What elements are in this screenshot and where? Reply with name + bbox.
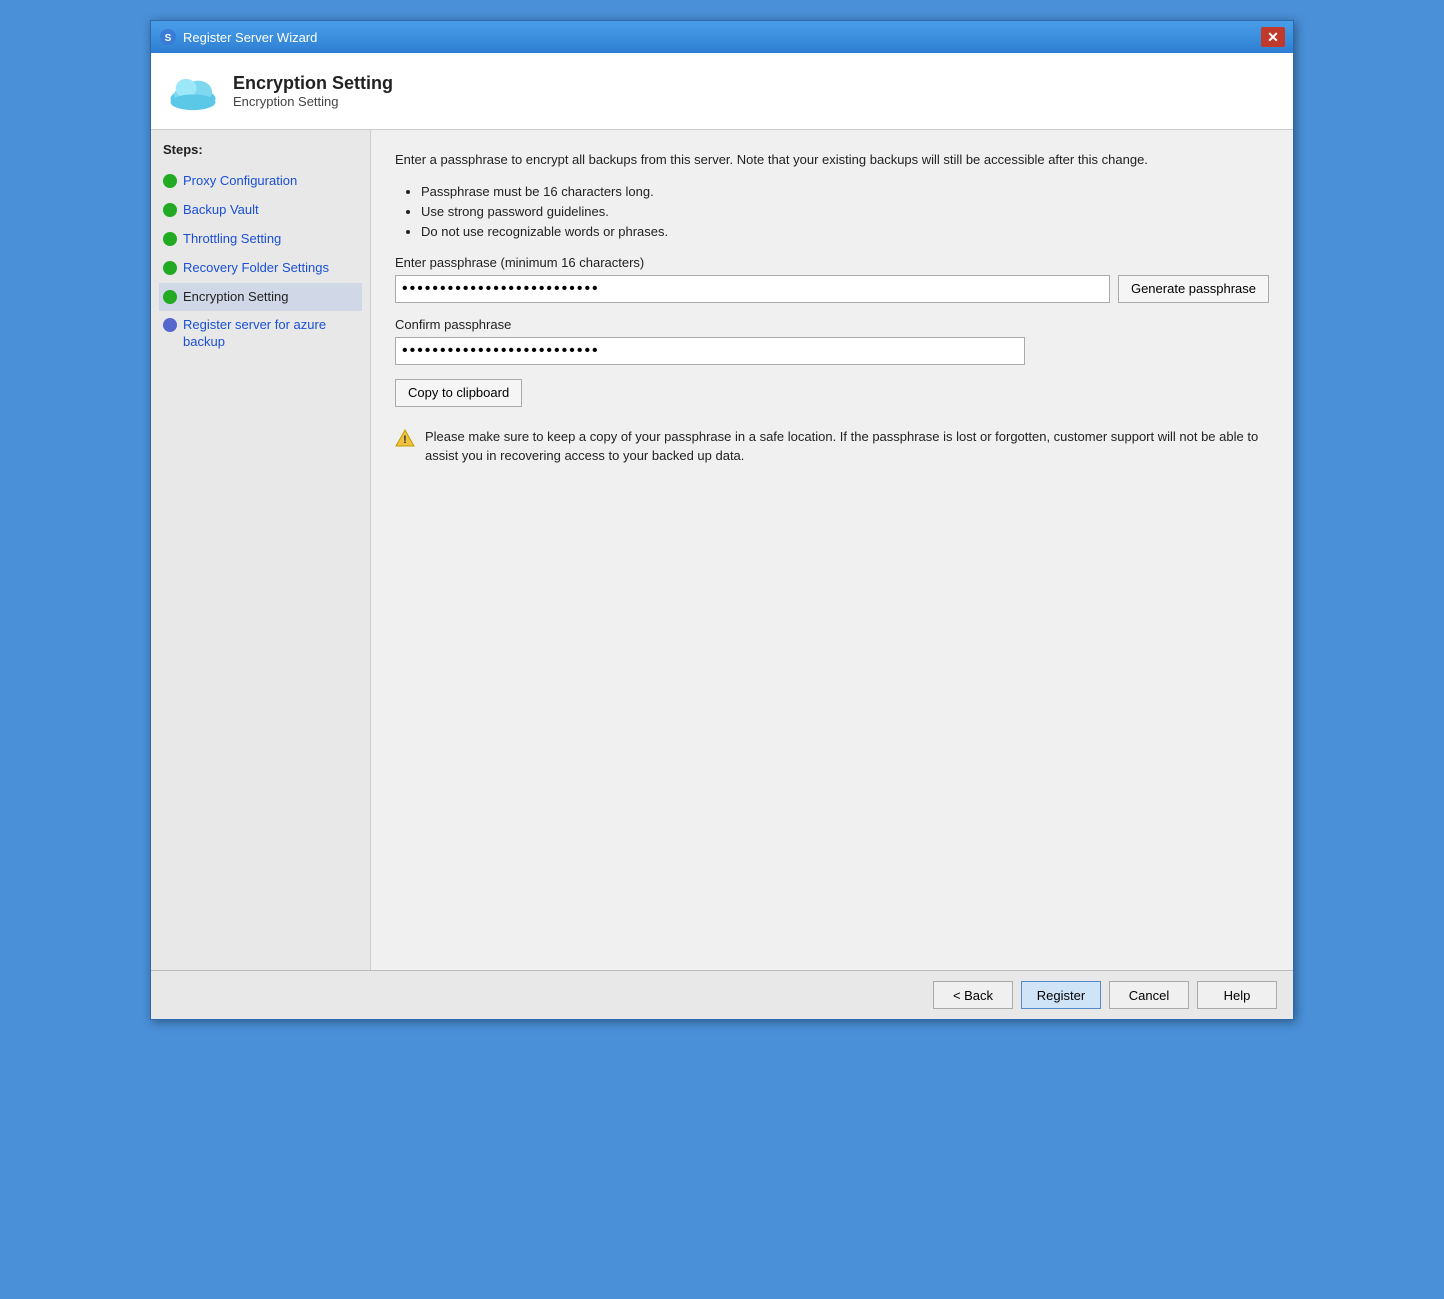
help-button[interactable]: Help — [1197, 981, 1277, 1009]
sidebar-item-encryption[interactable]: Encryption Setting — [159, 283, 362, 312]
header-section: Encryption Setting Encryption Setting — [151, 53, 1293, 130]
bullet-item-1: Passphrase must be 16 characters long. — [421, 184, 1269, 199]
sidebar-label-recovery: Recovery Folder Settings — [183, 260, 329, 277]
page-title: Encryption Setting — [233, 73, 393, 94]
svg-text:S: S — [165, 33, 172, 44]
cloud-icon — [167, 65, 219, 117]
register-button[interactable]: Register — [1021, 981, 1101, 1009]
page-subtitle: Encryption Setting — [233, 94, 393, 109]
app-icon: S — [159, 28, 177, 46]
bullet-item-3: Do not use recognizable words or phrases… — [421, 224, 1269, 239]
sidebar-item-throttling[interactable]: Throttling Setting — [159, 225, 362, 254]
bullet-item-2: Use strong password guidelines. — [421, 204, 1269, 219]
back-button[interactable]: < Back — [933, 981, 1013, 1009]
sidebar-item-proxy-configuration[interactable]: Proxy Configuration — [159, 167, 362, 196]
step-dot-encryption — [163, 290, 177, 304]
passphrase-row: Generate passphrase — [395, 275, 1269, 303]
sidebar-item-register-server[interactable]: Register server for azure backup — [159, 311, 362, 357]
warning-icon: ! — [395, 428, 415, 448]
header-text: Encryption Setting Encryption Setting — [233, 73, 393, 109]
step-dot-proxy — [163, 174, 177, 188]
sidebar-label-vault: Backup Vault — [183, 202, 259, 219]
steps-label: Steps: — [159, 142, 362, 157]
sidebar-item-backup-vault[interactable]: Backup Vault — [159, 196, 362, 225]
warning-box: ! Please make sure to keep a copy of you… — [395, 423, 1269, 470]
confirm-passphrase-input[interactable] — [395, 337, 1025, 365]
svg-text:!: ! — [403, 434, 407, 446]
footer-bar: < Back Register Cancel Help — [151, 970, 1293, 1019]
description-text: Enter a passphrase to encrypt all backup… — [395, 150, 1269, 170]
bullet-list: Passphrase must be 16 characters long. U… — [405, 184, 1269, 239]
step-dot-vault — [163, 203, 177, 217]
sidebar-label-encryption: Encryption Setting — [183, 289, 289, 306]
step-dot-recovery — [163, 261, 177, 275]
warning-text: Please make sure to keep a copy of your … — [425, 427, 1269, 466]
close-button[interactable]: ✕ — [1261, 27, 1285, 47]
window-title: Register Server Wizard — [183, 30, 317, 45]
cancel-button[interactable]: Cancel — [1109, 981, 1189, 1009]
generate-passphrase-button[interactable]: Generate passphrase — [1118, 275, 1269, 303]
title-bar: S Register Server Wizard ✕ — [151, 21, 1293, 53]
passphrase-label: Enter passphrase (minimum 16 characters) — [395, 255, 1269, 270]
sidebar-item-recovery-folder[interactable]: Recovery Folder Settings — [159, 254, 362, 283]
content-area: Enter a passphrase to encrypt all backup… — [371, 130, 1293, 970]
copy-to-clipboard-button[interactable]: Copy to clipboard — [395, 379, 522, 407]
sidebar-label-proxy: Proxy Configuration — [183, 173, 297, 190]
sidebar-label-throttling: Throttling Setting — [183, 231, 281, 248]
step-dot-register — [163, 318, 177, 332]
sidebar: Steps: Proxy Configuration Backup Vault … — [151, 130, 371, 970]
confirm-label: Confirm passphrase — [395, 317, 1269, 332]
step-dot-throttling — [163, 232, 177, 246]
sidebar-label-register: Register server for azure backup — [183, 317, 358, 351]
passphrase-input[interactable] — [395, 275, 1110, 303]
